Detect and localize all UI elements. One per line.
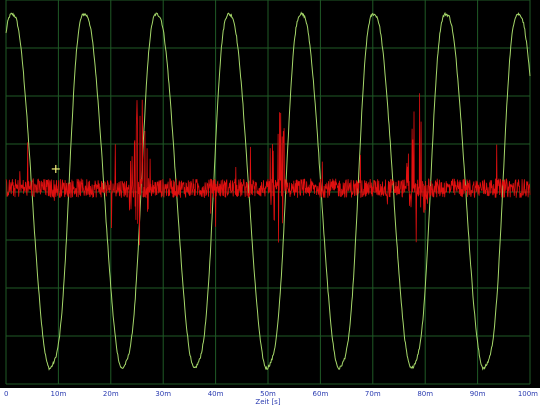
x-tick-label: 0 xyxy=(4,390,8,398)
x-tick-label: 60m xyxy=(313,390,329,398)
x-tick-label: 80m xyxy=(417,390,433,398)
x-tick-label: 100m xyxy=(518,390,538,398)
x-tick-label: 40m xyxy=(208,390,224,398)
oscilloscope-chart: 0 10m 20m 30m 40m 50m 60m 70m 80m 90m 100m Zeit [s… xyxy=(0,0,540,406)
x-tick-labels: 0 10m 20m 30m 40m 50m 60m 70m 80m 90m 100m xyxy=(4,390,538,398)
x-axis-label: Zeit [s] xyxy=(255,398,280,406)
x-tick-label: 30m xyxy=(155,390,171,398)
x-tick-label: 20m xyxy=(103,390,119,398)
x-tick-label: 50m xyxy=(260,390,276,398)
x-tick-label: 70m xyxy=(365,390,381,398)
x-tick-label: 90m xyxy=(470,390,486,398)
x-tick-label: 10m xyxy=(51,390,67,398)
